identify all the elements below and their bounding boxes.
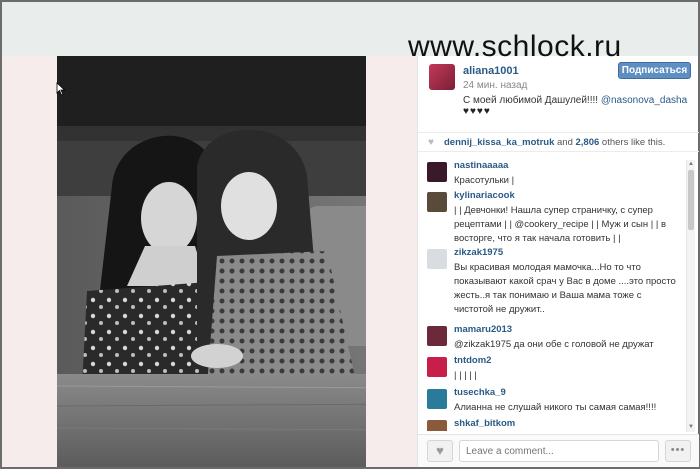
comment-username[interactable]: zikzak1975 [454,247,503,258]
caption-mention[interactable]: @nasonova_dasha [601,95,687,106]
comment-avatar[interactable] [427,357,447,377]
ellipsis-icon: ••• [670,444,686,456]
more-options-button[interactable]: ••• [665,440,691,462]
likes-bar: ♥ dennij_kissa_ka_motruk and 2,806 other… [418,132,699,152]
photo-left-margin [2,56,57,467]
pointer-icon [56,82,66,96]
comment-username[interactable]: tntdom2 [454,355,491,366]
comment-text: | | | | | [454,370,477,381]
post-time: 24 мин. назад [463,80,528,91]
photo-right-margin [366,56,417,467]
comment-username[interactable]: nastinaaaaa [454,160,508,171]
comment-avatar[interactable] [427,420,447,431]
comment-text: Вы красивая молодая мамочка...Но то что … [454,262,676,315]
comment-username[interactable]: kylinariacook [454,190,515,201]
likes-suffix: others like this. [599,137,666,148]
like-button[interactable]: ♥ [427,440,453,462]
likes-and: and [554,137,576,148]
scrollbar-thumb[interactable] [688,170,694,230]
comment-input[interactable] [459,440,659,462]
comment-text: Алианна не слушай никого ты самая самая!… [454,402,657,413]
comment-avatar[interactable] [427,326,447,346]
comment-text: | | Девчонки! Нашла супер страничку, с с… [454,205,667,244]
heart-icon: ♥ [428,137,434,148]
owner-avatar[interactable] [429,64,455,90]
caption-hearts: ♥♥♥♥ [463,106,491,117]
comment-username[interactable]: mamaru2013 [454,324,512,335]
comment-text: @zikzak1975 да они обе с головой не друж… [454,339,654,350]
comments-list: nastinaaaaa Красотульки | kylinariacook … [418,156,686,431]
likes-users[interactable]: dennij_kissa_ka_motruk [444,137,554,148]
scroll-down-icon[interactable]: ▼ [687,423,695,432]
comment-avatar[interactable] [427,162,447,182]
comments-scrollbar[interactable]: ▲ ▼ [686,160,695,432]
comment-avatar[interactable] [427,389,447,409]
photo-image [57,56,417,467]
heart-icon: ♥ [436,443,444,458]
comment-text: Красотульки | [454,175,515,186]
comment-avatar[interactable] [427,192,447,212]
likes-count[interactable]: 2,806 [576,137,600,148]
comment-footer: ♥ ••• [418,434,699,467]
follow-button[interactable]: Подписаться [618,62,691,79]
post-header: aliana1001 24 мин. назад Подписаться С м… [418,56,699,128]
comment-username[interactable]: tusechka_9 [454,387,506,398]
caption-text: С моей любимой Дашулей!!!! [463,95,601,106]
post-details-panel: aliana1001 24 мин. назад Подписаться С м… [417,56,699,467]
comment-username[interactable]: shkaf_bitkom [454,418,515,429]
watermark-text: www.schlock.ru [408,30,622,63]
scroll-up-icon[interactable]: ▲ [687,160,695,169]
post-caption: С моей любимой Дашулей!!!! @nasonova_das… [463,94,695,108]
owner-username[interactable]: aliana1001 [463,65,519,77]
likes-summary: dennij_kissa_ka_motruk and 2,806 others … [444,137,665,148]
post-photo[interactable] [57,56,417,467]
comment-avatar[interactable] [427,249,447,269]
